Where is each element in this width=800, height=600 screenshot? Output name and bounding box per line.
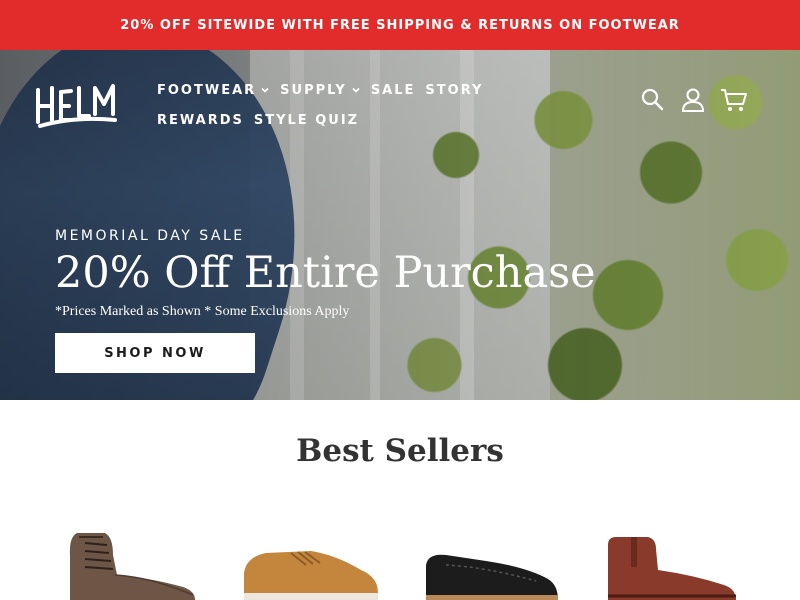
helm-logo[interactable] xyxy=(35,80,117,130)
product-brown-chelsea-boot[interactable] xyxy=(598,515,748,600)
nav-item-story[interactable]: STORY xyxy=(425,83,483,98)
chevron-down-icon xyxy=(352,87,360,93)
header-icons xyxy=(640,87,747,113)
nav-item-supply[interactable]: SUPPLY xyxy=(280,83,361,98)
nav-item-label: FOOTWEAR xyxy=(157,82,257,98)
hero-fineprint: *Prices Marked as Shown * Some Exclusion… xyxy=(55,304,350,319)
main-navigation: FOOTWEAR SUPPLY SALE STORY REWARDS STYLE… xyxy=(157,80,497,140)
logo-mark xyxy=(36,84,117,128)
nav-item-label: STORY xyxy=(425,82,484,98)
hero-headline: 20% Off Entire Purchase xyxy=(55,248,596,298)
loafer-image xyxy=(426,554,558,600)
chevron-down-icon xyxy=(261,87,269,93)
product-tan-sneaker[interactable] xyxy=(236,515,386,600)
account-icon[interactable] xyxy=(680,87,706,113)
search-icon[interactable] xyxy=(640,87,666,113)
nav-item-label: SALE xyxy=(370,82,416,98)
sneaker-image xyxy=(244,551,378,600)
nav-row-1: FOOTWEAR SUPPLY SALE STORY xyxy=(157,80,497,100)
promo-text: 20% OFF SITEWIDE WITH FREE SHIPPING & RE… xyxy=(120,17,680,33)
product-black-loafer[interactable] xyxy=(416,515,566,600)
nav-item-label: STYLE QUIZ xyxy=(253,112,360,128)
nav-item-label: REWARDS xyxy=(157,112,244,128)
best-sellers-grid xyxy=(0,515,800,600)
nav-item-style-quiz[interactable]: STYLE QUIZ xyxy=(254,113,359,128)
hero-copy: MEMORIAL DAY SALE 20% Off Entire Purchas… xyxy=(55,228,596,320)
cart-icon[interactable] xyxy=(720,87,747,113)
hero-eyebrow: MEMORIAL DAY SALE xyxy=(55,228,245,244)
chelsea-boot-image xyxy=(608,537,736,600)
product-brown-lace-up-boot[interactable] xyxy=(55,515,205,600)
shop-now-button[interactable]: SHOP NOW xyxy=(55,333,255,373)
nav-row-2: REWARDS STYLE QUIZ xyxy=(157,110,497,130)
boot-image xyxy=(69,533,195,600)
best-sellers-title: Best Sellers xyxy=(296,433,504,469)
nav-item-sale[interactable]: SALE xyxy=(371,83,416,98)
promo-bar[interactable]: 20% OFF SITEWIDE WITH FREE SHIPPING & RE… xyxy=(0,0,800,50)
nav-item-footwear[interactable]: FOOTWEAR xyxy=(157,83,270,98)
nav-item-label: SUPPLY xyxy=(280,82,347,98)
nav-item-rewards[interactable]: REWARDS xyxy=(157,113,244,128)
